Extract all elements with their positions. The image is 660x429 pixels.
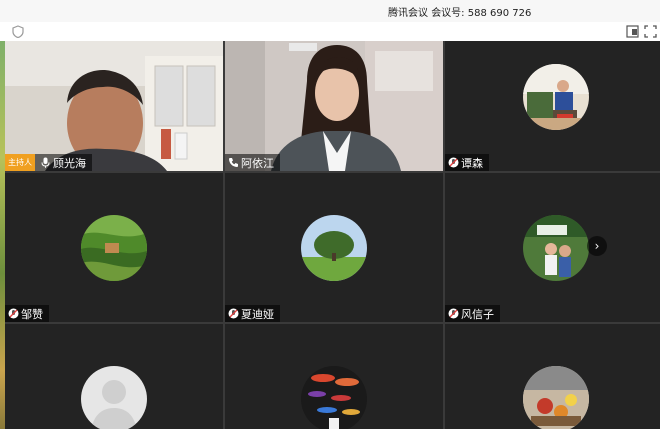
muted-microphone-icon bbox=[228, 308, 239, 319]
participant-label: 阿依江 bbox=[225, 154, 280, 171]
meeting-id-label: 会议号: bbox=[431, 8, 465, 19]
participant-label: 主持人 顾光海 bbox=[5, 154, 92, 171]
video-tile-host[interactable]: 主持人 顾光海 bbox=[5, 41, 223, 171]
video-tile-avatar[interactable]: 夏迪娅 bbox=[225, 173, 443, 322]
participant-label: 风信子 bbox=[445, 305, 500, 322]
default-avatar-icon bbox=[81, 366, 147, 429]
shield-icon[interactable] bbox=[12, 25, 24, 38]
participant-name: 顾光海 bbox=[53, 156, 86, 170]
participant-name: 谭森 bbox=[461, 156, 483, 170]
phone-icon bbox=[229, 158, 238, 167]
host-badge: 主持人 bbox=[5, 154, 35, 171]
video-tile-avatar[interactable] bbox=[5, 324, 223, 429]
participant-name: 阿依江 bbox=[241, 156, 274, 170]
video-tile-avatar[interactable] bbox=[445, 324, 660, 429]
participant-avatar bbox=[523, 215, 589, 281]
participant-avatar bbox=[301, 366, 367, 429]
participant-avatar bbox=[523, 366, 589, 429]
microphone-icon bbox=[41, 157, 50, 168]
video-tile-avatar[interactable]: › 风信子 bbox=[445, 173, 660, 322]
video-tile-avatar[interactable]: 谭森 bbox=[445, 41, 660, 171]
meeting-id: 588 690 726 bbox=[467, 8, 532, 19]
app-title: 腾讯会议 bbox=[388, 8, 428, 19]
participant-name: 风信子 bbox=[461, 307, 494, 321]
video-grid: 主持人 顾光海 阿依江 谭森 邹赞 夏迪娅 › 风信子 bbox=[5, 41, 660, 429]
video-tile-avatar[interactable]: 邹赞 bbox=[5, 173, 223, 322]
video-tile-avatar[interactable] bbox=[225, 324, 443, 429]
muted-microphone-icon bbox=[8, 308, 19, 319]
participant-name: 夏迪娅 bbox=[241, 307, 274, 321]
fullscreen-icon[interactable] bbox=[644, 25, 657, 38]
video-tile-speaker[interactable]: 阿依江 bbox=[225, 41, 443, 171]
participant-avatar bbox=[301, 215, 367, 281]
participant-label: 夏迪娅 bbox=[225, 305, 280, 322]
muted-microphone-icon bbox=[448, 308, 459, 319]
participant-avatar bbox=[81, 215, 147, 281]
next-page-button[interactable]: › bbox=[587, 236, 607, 256]
host-video-feed bbox=[5, 41, 223, 171]
participant-label: 邹赞 bbox=[5, 305, 49, 322]
top-toolbar bbox=[0, 22, 660, 42]
participant-name: 邹赞 bbox=[21, 307, 43, 321]
participant-avatar bbox=[523, 64, 589, 130]
meeting-title: 腾讯会议 会议号: 588 690 726 bbox=[388, 4, 531, 19]
layout-toggle-icon[interactable] bbox=[626, 25, 639, 38]
speaker-video-feed bbox=[225, 41, 443, 171]
muted-microphone-icon bbox=[448, 157, 459, 168]
title-bar: 腾讯会议 会议号: 588 690 726 bbox=[0, 0, 660, 23]
participant-label: 谭森 bbox=[445, 154, 489, 171]
